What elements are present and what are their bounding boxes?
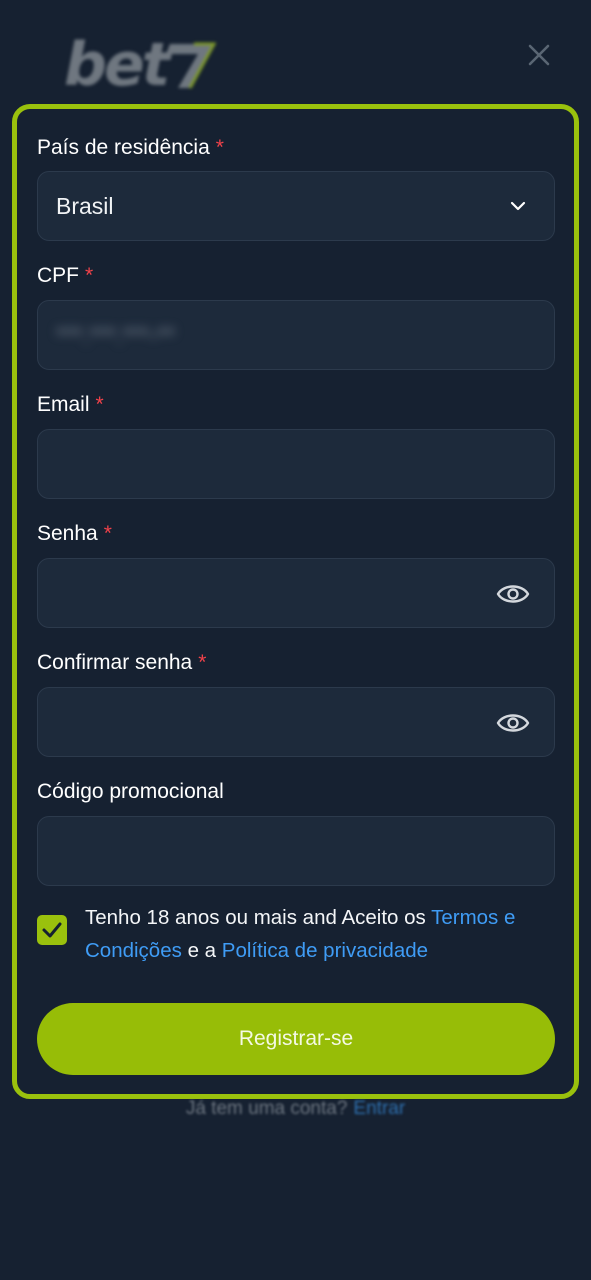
country-label: País de residência * [37, 135, 224, 161]
required-marker: * [85, 264, 94, 287]
eye-icon[interactable] [496, 708, 530, 738]
registration-page: bet País de residência * Brasil CPF * ***.… [0, 0, 591, 1280]
privacy-policy-link[interactable]: Política de privacidade [222, 939, 428, 962]
promo-code-label-text: Código promocional [37, 780, 224, 803]
terms-consent: Tenho 18 anos ou mais and Aceito os Term… [37, 901, 557, 981]
login-prompt: Já tem uma conta? Entrar [0, 1098, 591, 1120]
checkmark-icon [42, 922, 62, 938]
registration-form: País de residência * Brasil CPF * ***.***.… [12, 104, 579, 1099]
email-field[interactable] [37, 429, 555, 499]
email-label-text: Email [37, 393, 90, 416]
country-select-value: Brasil [56, 193, 114, 219]
login-question: Já tem uma conta? [185, 1098, 348, 1119]
confirm-password-field[interactable] [37, 687, 555, 757]
country-label-text: País de residência [37, 136, 210, 159]
close-icon [528, 44, 550, 66]
cpf-label-text: CPF [37, 264, 79, 287]
chevron-down-icon [510, 201, 526, 211]
required-marker: * [95, 393, 104, 416]
cpf-field[interactable]: ***.***.***-** [37, 300, 555, 370]
promo-code-field[interactable] [37, 816, 555, 886]
consent-text: Tenho 18 anos ou mais and Aceito os Term… [85, 901, 557, 967]
cpf-label: CPF * [37, 263, 93, 289]
logo-seven-mark [166, 42, 216, 89]
confirm-password-label: Confirmar senha * [37, 650, 206, 676]
password-label-text: Senha [37, 522, 98, 545]
cpf-field-value: ***.***.***-** [56, 322, 175, 348]
terms-checkbox[interactable] [37, 915, 67, 945]
consent-text-middle: e a [181, 939, 222, 962]
country-select[interactable]: Brasil [37, 171, 555, 241]
login-link[interactable]: Entrar [353, 1098, 405, 1119]
eye-icon[interactable] [496, 579, 530, 609]
required-marker: * [215, 136, 224, 159]
close-button[interactable] [522, 38, 556, 72]
required-marker: * [103, 522, 112, 545]
password-label: Senha * [37, 521, 112, 547]
register-button[interactable]: Registrar-se [37, 1003, 555, 1075]
consent-text-prefix: Tenho 18 anos ou mais and Aceito os [85, 906, 432, 929]
password-field[interactable] [37, 558, 555, 628]
logo-text: bet [64, 30, 170, 100]
confirm-password-label-text: Confirmar senha [37, 651, 193, 674]
required-marker: * [198, 651, 207, 674]
email-label: Email * [37, 392, 104, 418]
promo-code-label: Código promocional [37, 779, 224, 805]
brand-logo: bet [64, 30, 224, 100]
